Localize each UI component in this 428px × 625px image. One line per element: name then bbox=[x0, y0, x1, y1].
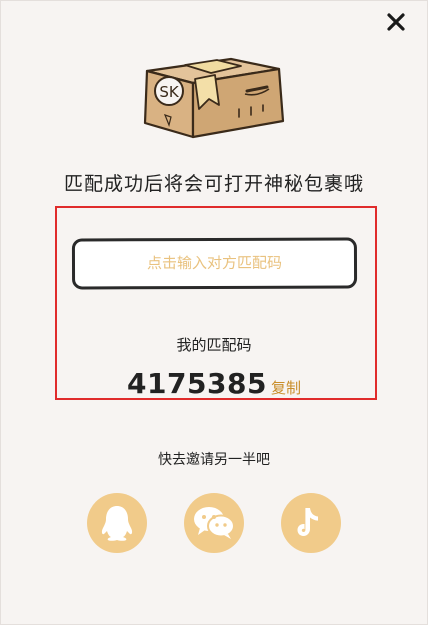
my-code-label: 我的匹配码 bbox=[176, 336, 252, 354]
copy-button[interactable]: 复制 bbox=[271, 379, 301, 397]
douyin-note-icon bbox=[297, 508, 318, 536]
mystery-box-illustration: SK bbox=[139, 51, 289, 141]
wechat-chat-bubbles-icon bbox=[194, 507, 235, 539]
share-wechat-button[interactable] bbox=[184, 493, 244, 553]
invite-text: 快去邀请另一半吧 bbox=[158, 452, 270, 468]
my-code-value: 4175385 bbox=[127, 367, 267, 400]
share-qq-button[interactable] bbox=[87, 493, 147, 553]
headline-text: 匹配成功后将会可打开神秘包裹哦 bbox=[63, 173, 364, 195]
match-dialog: SK 匹配成功后将会可打开神秘包裹哦 点击输入对方匹配码 我的匹配码 41753… bbox=[0, 0, 428, 625]
share-douyin-button[interactable] bbox=[281, 493, 341, 553]
close-icon[interactable] bbox=[385, 11, 407, 33]
box-label-text: SK bbox=[159, 83, 180, 101]
partner-code-input[interactable]: 点击输入对方匹配码 bbox=[71, 237, 358, 290]
qq-penguin-icon bbox=[101, 506, 133, 541]
my-code-row: 4175385 复制 bbox=[1, 367, 427, 400]
